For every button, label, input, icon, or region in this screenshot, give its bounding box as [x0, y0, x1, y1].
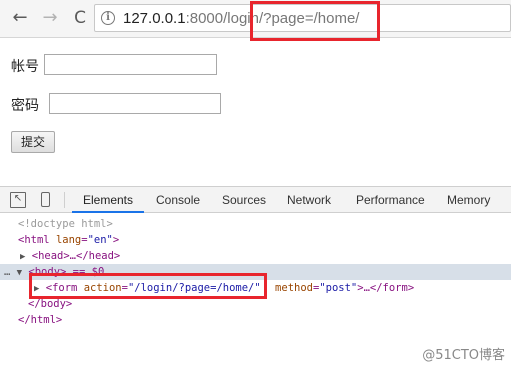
devtools-tab-bar: ↖ Elements Console Sources Network Perfo… [0, 186, 511, 213]
expand-arrow-icon[interactable]: ▶ [20, 252, 25, 262]
html-open-tag: <html [18, 234, 50, 246]
watermark: @51CTO博客 [422, 348, 505, 363]
inspect-element-icon[interactable]: ↖ [10, 192, 26, 208]
dom-line-html-close[interactable]: </html> [0, 312, 511, 328]
reload-icon[interactable]: C [70, 8, 90, 28]
head-text: <head>…</head> [31, 250, 121, 262]
more-dots-icon[interactable]: … [4, 266, 10, 278]
html-close-text: </html> [18, 314, 63, 326]
html-lang-attr: lang [55, 234, 82, 246]
account-label: 帐号 [11, 59, 39, 75]
url-host: 127.0.0.1 [123, 10, 186, 27]
tab-network[interactable]: Network [287, 187, 331, 213]
site-info-icon[interactable]: i [101, 11, 115, 25]
submit-button[interactable]: 提交 [11, 131, 55, 153]
device-toolbar-icon[interactable] [38, 192, 54, 208]
doctype-text: <!doctype html> [18, 218, 113, 230]
tab-memory[interactable]: Memory [447, 187, 490, 213]
form-close-text: >…</form> [357, 282, 415, 294]
collapse-arrow-icon[interactable]: ▼ [17, 268, 22, 278]
back-arrow-icon[interactable]: ← [10, 8, 30, 28]
forward-arrow-icon[interactable]: → [40, 8, 60, 28]
password-label: 密码 [11, 98, 39, 114]
dom-line-head[interactable]: ▶ <head>…</head> [0, 248, 511, 264]
form-method-value: "post" [319, 282, 358, 294]
url-highlight-box [250, 1, 380, 41]
account-input[interactable] [44, 54, 217, 75]
tab-console[interactable]: Console [156, 187, 200, 213]
tab-elements[interactable]: Elements [72, 187, 144, 213]
tab-performance[interactable]: Performance [356, 187, 425, 213]
dom-line-html[interactable]: <html lang="en"> [0, 232, 511, 248]
dom-line-doctype[interactable]: <!doctype html> [0, 216, 511, 232]
password-input[interactable] [49, 93, 221, 114]
form-method-attr: method [275, 282, 313, 294]
form-highlight-box [29, 273, 267, 299]
toolbar-divider [64, 192, 65, 208]
tab-sources[interactable]: Sources [222, 187, 266, 213]
body-close-text: </body> [28, 298, 73, 310]
html-lang-value: "en" [87, 234, 113, 246]
